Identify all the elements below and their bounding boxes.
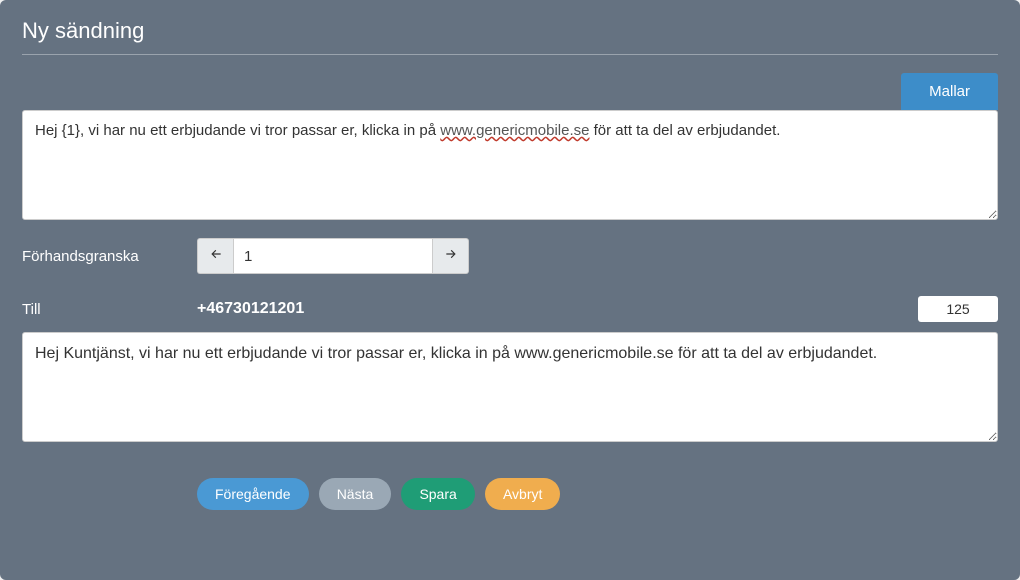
arrow-left-icon: [209, 247, 223, 266]
recipient-phone: +46730121201: [197, 300, 918, 318]
save-button[interactable]: Spara: [401, 478, 474, 510]
next-button[interactable]: Nästa: [319, 478, 392, 510]
broadcast-panel: Ny sändning Mallar Hej {1}, vi har nu et…: [0, 0, 1020, 580]
message-template-input[interactable]: Hej {1}, vi har nu ett erbjudande vi tro…: [22, 110, 998, 220]
template-text-prefix: Hej {1}, vi har nu ett erbjudande vi tro…: [35, 122, 440, 139]
preview-stepper-row: Förhandsgranska: [22, 238, 998, 274]
prev-button[interactable]: Föregående: [197, 478, 309, 510]
template-text-suffix: för att ta del av erbjudandet.: [589, 122, 780, 139]
preview-prev-button[interactable]: [197, 238, 233, 274]
cancel-button[interactable]: Avbryt: [485, 478, 560, 510]
char-counter: 125: [918, 296, 998, 322]
preview-stepper: [197, 238, 469, 274]
action-buttons: Föregående Nästa Spara Avbryt: [197, 478, 566, 510]
message-preview[interactable]: Hej Kuntjänst, vi har nu ett erbjudande …: [22, 332, 998, 442]
preview-label: Förhandsgranska: [22, 248, 197, 265]
preview-index-input[interactable]: [233, 238, 433, 274]
topbar: Mallar: [22, 73, 998, 110]
action-row: Föregående Nästa Spara Avbryt: [22, 478, 998, 510]
template-link[interactable]: www.genericmobile.se: [440, 122, 589, 139]
preview-next-button[interactable]: [433, 238, 469, 274]
recipient-row: Till +46730121201 125: [22, 296, 998, 322]
templates-button[interactable]: Mallar: [901, 73, 998, 110]
page-title: Ny sändning: [22, 18, 998, 55]
arrow-right-icon: [444, 247, 458, 266]
to-label: Till: [22, 301, 197, 318]
